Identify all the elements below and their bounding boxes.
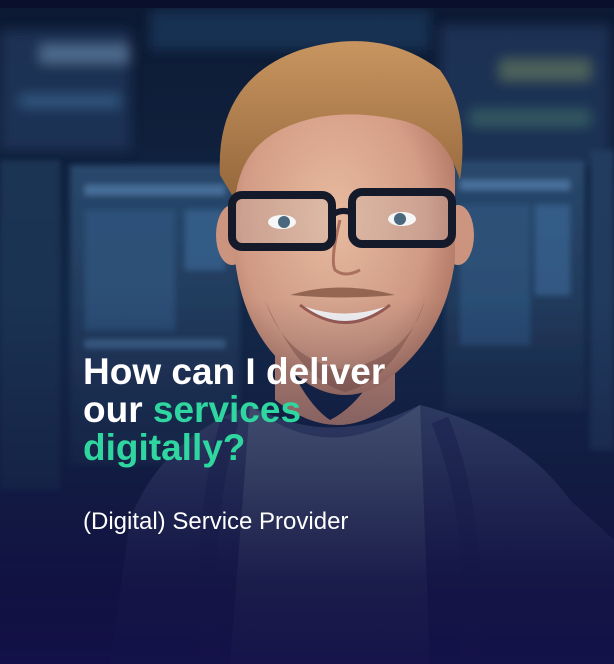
- headline-highlight-digitally: digitally?: [83, 427, 246, 468]
- hero-headline: How can I deliver our services digitally…: [83, 353, 503, 467]
- hero-subtitle: (Digital) Service Provider: [83, 508, 349, 535]
- headline-highlight-services: services: [152, 389, 302, 430]
- hero-banner: How can I deliver our services digitally…: [0, 0, 614, 664]
- headline-line-1: How can I deliver: [83, 351, 386, 392]
- headline-line-2-prefix: our: [83, 389, 153, 430]
- top-strip: [0, 0, 614, 8]
- dark-gradient-overlay: [0, 0, 614, 664]
